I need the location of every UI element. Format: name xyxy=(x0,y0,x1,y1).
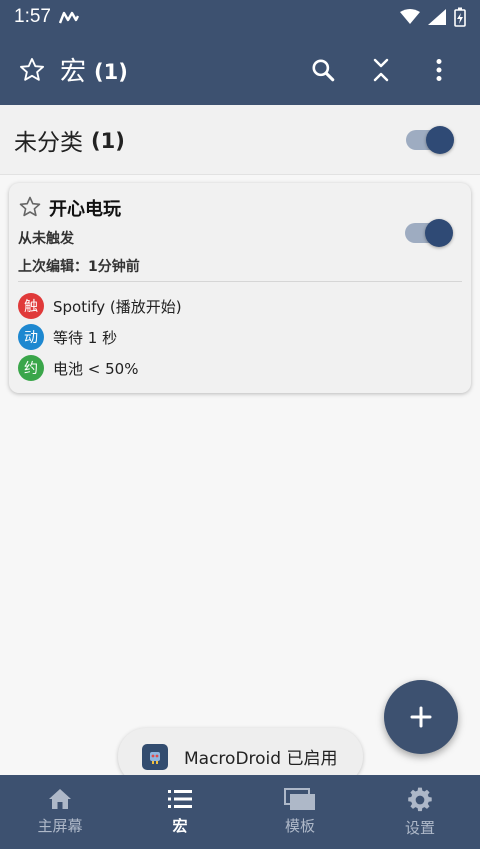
collapse-icon xyxy=(373,58,389,81)
nav-settings-label: 设置 xyxy=(404,819,435,837)
nav-macros[interactable]: 宏 xyxy=(120,775,240,849)
trigger-badge: 触 xyxy=(18,293,44,319)
category-count: (1) xyxy=(91,128,125,153)
macro-step-action: 动 等待 1 秒 xyxy=(18,324,117,350)
wifi-icon xyxy=(400,9,420,24)
macrodroid-app-icon xyxy=(142,743,168,770)
collapse-button[interactable] xyxy=(358,47,404,93)
macro-trigger-status: 从未触发 xyxy=(18,231,74,247)
macro-toggle[interactable] xyxy=(405,219,453,247)
gear-icon xyxy=(408,787,432,812)
app-bar: 宏 (1) xyxy=(0,34,480,105)
favorite-star-icon[interactable] xyxy=(18,56,46,84)
nav-settings[interactable]: 设置 xyxy=(360,775,480,849)
bottom-nav: 主屏幕 宏 模板 设置 xyxy=(0,775,480,849)
nav-macros-label: 宏 xyxy=(172,817,188,835)
battery-icon xyxy=(454,7,466,27)
more-options-button[interactable] xyxy=(416,47,462,93)
category-header[interactable]: 未分类 (1) xyxy=(0,105,480,175)
status-time: 1:57 xyxy=(14,6,51,27)
plus-icon xyxy=(410,706,432,728)
category-name: 未分类 xyxy=(14,129,83,156)
status-bar: 1:57 xyxy=(0,0,480,34)
toast-text: MacroDroid 已启用 xyxy=(184,749,338,769)
page-title-count: (1) xyxy=(94,59,128,84)
action-text: 等待 1 秒 xyxy=(53,328,118,347)
macro-name: 开心电玩 xyxy=(49,199,121,220)
nav-home-label: 主屏幕 xyxy=(37,817,83,835)
page-title: 宏 xyxy=(60,57,87,87)
toggle-knob xyxy=(426,126,454,154)
constraint-text: 电池 < 50% xyxy=(53,359,139,378)
macro-step-trigger: 触 Spotify (播放开始) xyxy=(18,293,182,319)
list-icon xyxy=(168,790,192,808)
macro-step-constraint: 约 电池 < 50% xyxy=(18,355,138,381)
add-macro-button[interactable] xyxy=(384,680,458,754)
templates-icon xyxy=(284,788,315,810)
robot-icon xyxy=(150,751,160,764)
macro-favorite-star-icon[interactable] xyxy=(18,195,42,219)
toggle-knob xyxy=(425,219,453,247)
category-toggle[interactable] xyxy=(406,126,454,154)
action-badge: 动 xyxy=(18,324,44,350)
trigger-text: Spotify (播放开始) xyxy=(53,297,182,316)
macro-last-edit: 上次编辑：1分钟前 xyxy=(18,259,140,275)
search-icon xyxy=(312,58,335,81)
nav-templates[interactable]: 模板 xyxy=(240,775,360,849)
search-button[interactable] xyxy=(300,47,346,93)
nav-templates-label: 模板 xyxy=(284,817,315,835)
macro-card[interactable]: 开心电玩 从未触发 上次编辑：1分钟前 触 Spotify (播放开始) 动 等… xyxy=(9,183,471,393)
macrodroid-status-icon xyxy=(58,11,79,24)
nav-home[interactable]: 主屏幕 xyxy=(0,775,120,849)
home-icon xyxy=(49,789,71,809)
constraint-badge: 约 xyxy=(18,355,44,381)
more-vert-icon xyxy=(436,58,442,81)
card-divider xyxy=(18,281,462,282)
signal-icon xyxy=(428,9,446,25)
